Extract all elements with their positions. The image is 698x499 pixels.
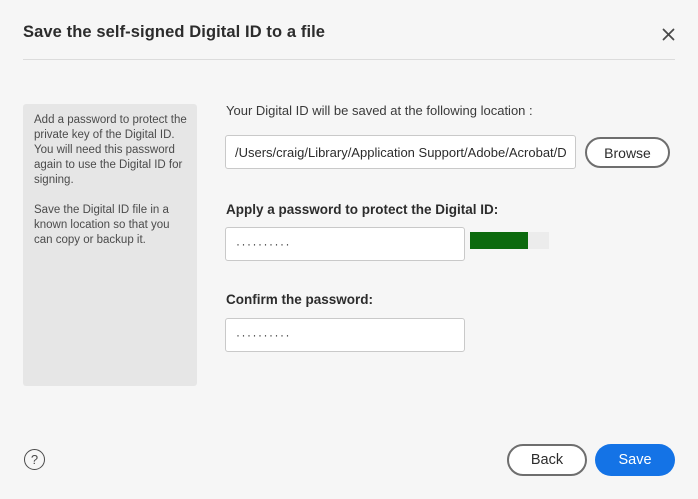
confirm-password-input[interactable]: ·········· bbox=[225, 318, 465, 352]
save-digital-id-dialog: Save the self-signed Digital ID to a fil… bbox=[0, 0, 698, 499]
info-panel: Add a password to protect the private ke… bbox=[23, 104, 197, 386]
browse-button[interactable]: Browse bbox=[585, 137, 670, 168]
password-strength-meter bbox=[470, 232, 549, 249]
back-button[interactable]: Back bbox=[507, 444, 587, 476]
dialog-title: Save the self-signed Digital ID to a fil… bbox=[23, 23, 326, 41]
close-icon bbox=[662, 28, 674, 40]
location-path-input[interactable] bbox=[225, 135, 576, 169]
help-button[interactable]: ? bbox=[24, 449, 45, 470]
password-input[interactable]: ·········· bbox=[225, 227, 465, 261]
info-paragraph-password: Add a password to protect the private ke… bbox=[34, 114, 187, 186]
info-paragraph-location: Save the Digital ID file in a known loca… bbox=[34, 204, 170, 246]
close-button[interactable] bbox=[658, 24, 678, 44]
password-label: Apply a password to protect the Digital … bbox=[226, 202, 499, 217]
save-button[interactable]: Save bbox=[595, 444, 675, 476]
help-icon: ? bbox=[30, 452, 39, 467]
confirm-password-label: Confirm the password: bbox=[226, 292, 374, 307]
password-strength-fill bbox=[470, 232, 528, 249]
title-divider bbox=[23, 59, 675, 60]
location-label: Your Digital ID will be saved at the fol… bbox=[226, 103, 533, 118]
